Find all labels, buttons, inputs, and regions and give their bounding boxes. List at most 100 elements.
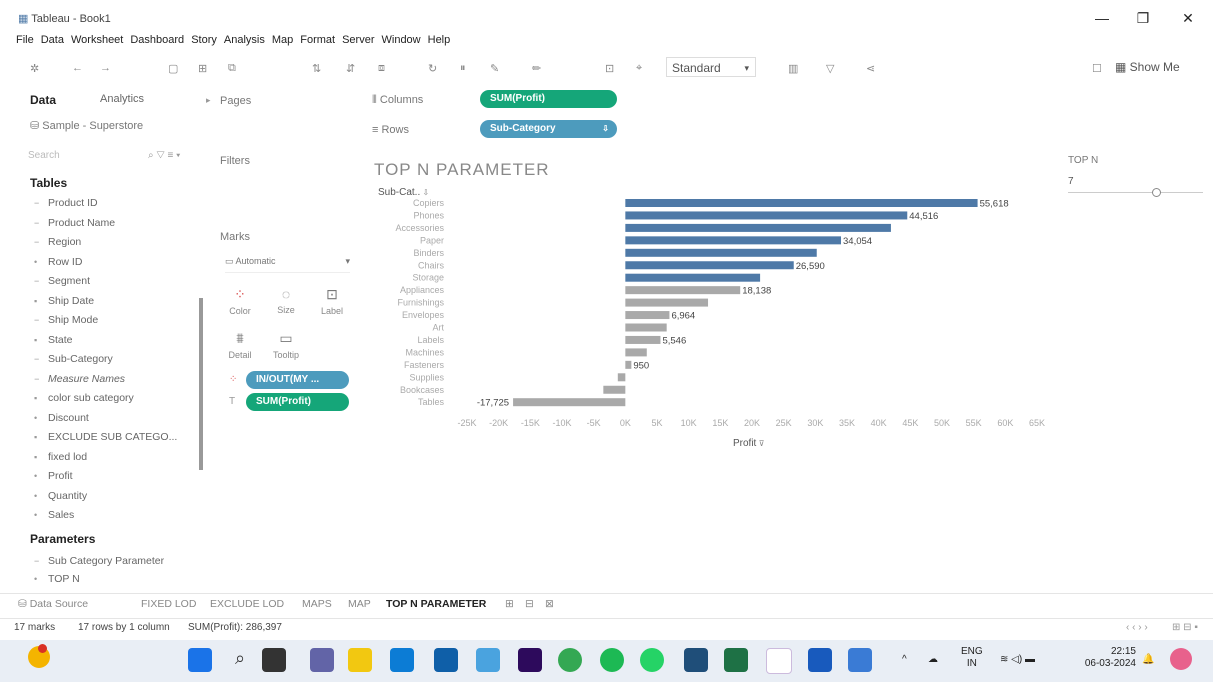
sort-icon[interactable]: ⇵: [346, 62, 355, 75]
save-icon[interactable]: ▢: [168, 62, 178, 75]
clock[interactable]: 22:15 06-03-2024: [1074, 646, 1136, 670]
mark-pill-inout[interactable]: IN/OUT(MY ...: [246, 371, 349, 389]
field-state[interactable]: ▪ State: [34, 334, 73, 346]
new-sheet-icon[interactable]: ⊞: [198, 62, 207, 75]
menu-file[interactable]: File: [16, 34, 34, 50]
view-icons[interactable]: ⊞ ⊟ ▪: [1172, 622, 1198, 633]
menu-help[interactable]: Help: [428, 34, 451, 50]
size-mark-button[interactable]: ◌ Size: [268, 286, 304, 315]
menu-window[interactable]: Window: [382, 34, 421, 50]
photos-icon[interactable]: [476, 648, 500, 672]
field-sub-category[interactable]: − Sub-Category: [34, 353, 113, 365]
field-row-id[interactable]: • Row ID: [34, 256, 82, 268]
field-segment[interactable]: − Segment: [34, 275, 90, 287]
bar[interactable]: [625, 311, 670, 320]
app-icon[interactable]: [848, 648, 872, 672]
topn-parameter-value[interactable]: 7: [1068, 176, 1074, 187]
file-explorer-icon[interactable]: [348, 648, 372, 672]
tab-top-n-parameter[interactable]: TOP N PARAMETER: [386, 598, 486, 610]
word-icon[interactable]: [808, 648, 832, 672]
topn-slider-track[interactable]: [1068, 192, 1203, 193]
bar[interactable]: [603, 385, 626, 394]
duplicate-icon[interactable]: ⧉: [228, 62, 236, 75]
tab-data[interactable]: Data: [30, 93, 56, 107]
mark-pill-profit[interactable]: SUM(Profit): [246, 393, 349, 411]
bar[interactable]: [625, 298, 709, 307]
field-product-name[interactable]: − Product Name: [34, 217, 115, 229]
chart-icon[interactable]: ▥: [788, 62, 798, 75]
tab-analytics[interactable]: Analytics: [100, 93, 144, 105]
filter-sort-icon[interactable]: ⌕ ▽ ≡ ▾: [148, 150, 180, 161]
tab-exclude-lod[interactable]: EXCLUDE LOD: [210, 598, 284, 610]
bar[interactable]: [625, 236, 842, 245]
menu-dashboard[interactable]: Dashboard: [130, 34, 184, 50]
bar[interactable]: [625, 199, 978, 207]
group-icon[interactable]: ⧈: [378, 62, 385, 75]
filter-icon[interactable]: ▽: [826, 62, 834, 75]
menu-data[interactable]: Data: [41, 34, 64, 50]
field-measure-names[interactable]: − Measure Names: [34, 373, 125, 385]
spotify-icon[interactable]: [600, 648, 624, 672]
chat-icon[interactable]: [310, 648, 334, 672]
pause-icon[interactable]: ⏸: [460, 62, 466, 75]
field-product-id[interactable]: − Product ID: [34, 197, 98, 209]
copilot-icon[interactable]: [1170, 648, 1192, 670]
pin-icon[interactable]: ⌖: [636, 62, 642, 75]
menu-server[interactable]: Server: [342, 34, 374, 50]
share-icon[interactable]: ⋖: [866, 62, 875, 75]
app-blue-icon[interactable]: [684, 648, 708, 672]
whatsapp-icon[interactable]: [640, 648, 664, 672]
bar[interactable]: [625, 360, 632, 369]
field-quantity[interactable]: • Quantity: [34, 490, 87, 502]
data-pane-scrollbar[interactable]: [199, 298, 203, 470]
field-discount[interactable]: • Discount: [34, 412, 89, 424]
bar[interactable]: [617, 373, 626, 382]
bar[interactable]: [625, 211, 908, 220]
store-icon[interactable]: [434, 648, 458, 672]
bar[interactable]: [625, 223, 891, 232]
bar[interactable]: [625, 273, 761, 282]
pages-menu-icon[interactable]: ▸: [206, 95, 211, 106]
show-me-button[interactable]: ▦ Show Me: [1115, 60, 1180, 74]
menu-map[interactable]: Map: [272, 34, 293, 50]
sheet-nav-icon[interactable]: ‹ ‹ › ›: [1126, 622, 1148, 633]
tab-data-source[interactable]: ⛁ Data Source: [18, 598, 88, 610]
clear-icon[interactable]: ✎: [490, 62, 499, 75]
new-story-icon[interactable]: ⊠: [545, 598, 554, 610]
tableau-logo-icon[interactable]: ✲: [30, 62, 39, 75]
excel-icon[interactable]: [724, 648, 748, 672]
mark-type-select[interactable]: ▭ Automatic ▾: [225, 256, 350, 273]
new-worksheet-icon[interactable]: ⊞: [505, 598, 514, 610]
menu-analysis[interactable]: Analysis: [224, 34, 265, 50]
topn-slider-thumb[interactable]: [1152, 188, 1161, 197]
tooltip-mark-button[interactable]: ▭ Tooltip: [268, 330, 304, 360]
label-mark-button[interactable]: ⊡ Label: [314, 286, 350, 316]
field-color-sub-category[interactable]: ▪ color sub category: [34, 392, 134, 404]
tableau-taskbar-icon[interactable]: [766, 648, 792, 674]
bar[interactable]: [625, 261, 794, 270]
undo-icon[interactable]: ←: [72, 62, 83, 74]
fit-select[interactable]: Standard ▾: [666, 57, 756, 77]
field-ship-date[interactable]: ▪ Ship Date: [34, 295, 94, 307]
tab-maps[interactable]: MAPS: [302, 598, 332, 610]
app-green-icon[interactable]: [558, 648, 582, 672]
bar[interactable]: [625, 248, 817, 257]
wifi-volume-battery-icon[interactable]: ≋ ◁) ▬: [1000, 654, 1035, 665]
presentation-icon[interactable]: ☐: [1092, 62, 1102, 75]
menu-worksheet[interactable]: Worksheet: [71, 34, 123, 50]
rows-pill-subcategory[interactable]: Sub-Category ⇩: [480, 120, 617, 138]
language-indicator[interactable]: ENG IN: [961, 646, 983, 670]
new-dashboard-icon[interactable]: ⊟: [525, 598, 534, 610]
field-fixed-lod[interactable]: ▪ fixed lod: [34, 451, 87, 463]
bar[interactable]: [625, 348, 647, 357]
columns-pill-profit[interactable]: SUM(Profit): [480, 90, 617, 108]
swap-icon[interactable]: ⇅: [312, 62, 321, 75]
detail-mark-button[interactable]: ⩩ Detail: [222, 330, 258, 360]
highlight-icon[interactable]: ✏: [532, 62, 541, 75]
field-ship-mode[interactable]: − Ship Mode: [34, 314, 98, 326]
edge-icon[interactable]: [390, 648, 414, 672]
datasource-name[interactable]: ⛁ Sample - Superstore: [30, 119, 143, 132]
close-button[interactable]: ✕: [1173, 8, 1203, 28]
field-region[interactable]: − Region: [34, 236, 81, 248]
tab-map[interactable]: MAP: [348, 598, 371, 610]
